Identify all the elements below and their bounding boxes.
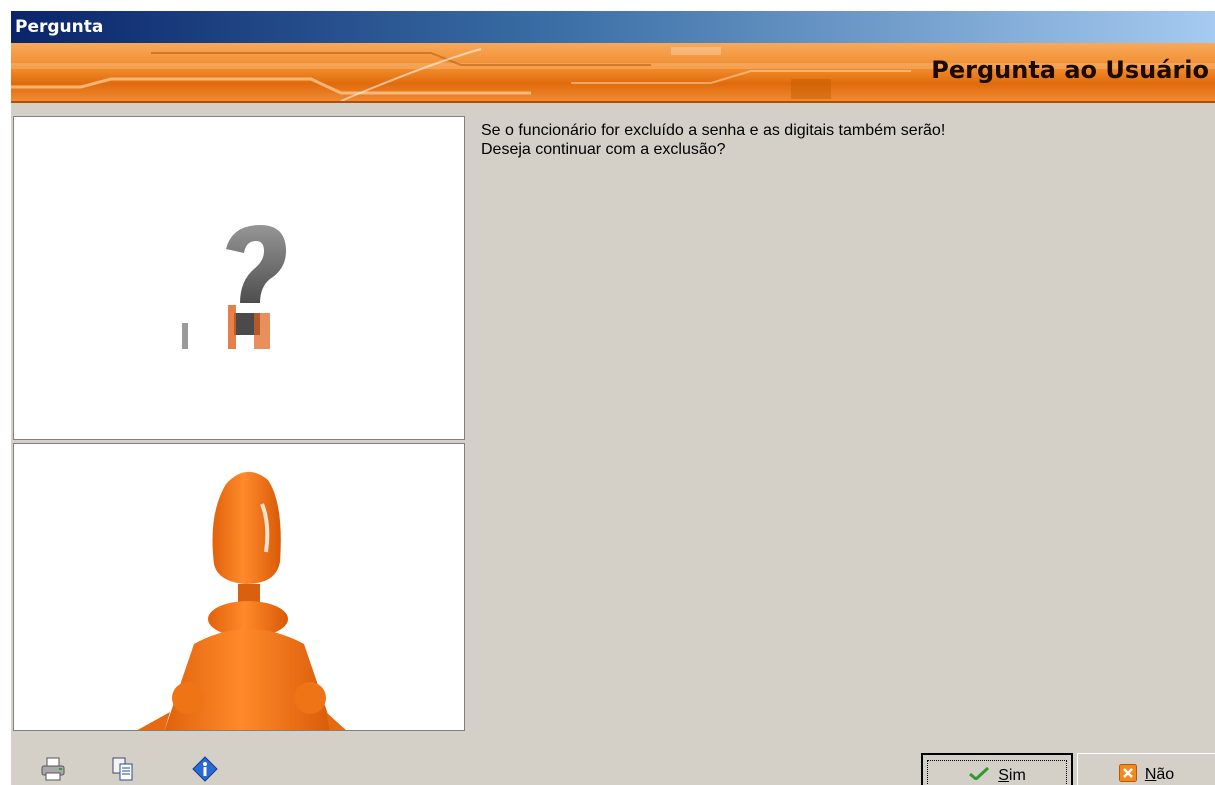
- printer-icon[interactable]: [39, 755, 67, 783]
- figure-panel: [13, 443, 465, 731]
- window-title: Pergunta: [15, 17, 104, 37]
- focus-rectangle: [927, 760, 1067, 785]
- question-message: Se o funcionário for excluído a senha e …: [481, 121, 945, 159]
- title-bar[interactable]: Pergunta: [11, 11, 1215, 43]
- yes-button[interactable]: Sim: [921, 753, 1073, 785]
- question-mark-panel: [13, 116, 465, 440]
- dialog-window: Pergunta Pergunta ao Usuário Se o funcio…: [10, 10, 1215, 785]
- info-icon[interactable]: [191, 755, 219, 783]
- message-line-1: Se o funcionário for excluído a senha e …: [481, 122, 946, 139]
- orange-figure-illustration: [137, 471, 346, 730]
- no-button[interactable]: Não: [1077, 753, 1215, 785]
- header-banner: Pergunta ao Usuário: [11, 43, 1215, 103]
- banner-title: Pergunta ao Usuário: [931, 56, 1209, 84]
- copy-icon[interactable]: [109, 755, 137, 783]
- question-mark-illustration: [182, 225, 286, 349]
- no-button-label: Não: [1144, 766, 1175, 783]
- message-line-2: Deseja continuar com a exclusão?: [481, 141, 726, 158]
- close-icon: [1118, 763, 1137, 785]
